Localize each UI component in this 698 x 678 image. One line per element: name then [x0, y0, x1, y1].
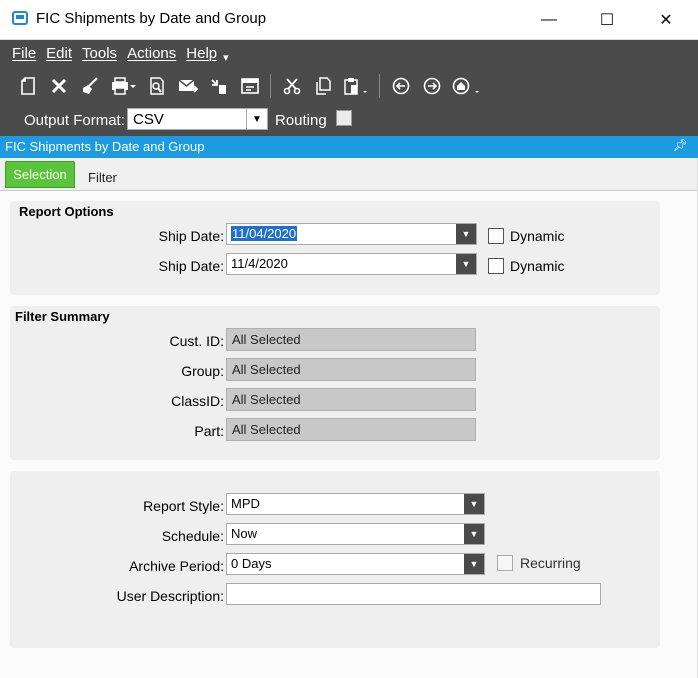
dynamic-label-1: Dynamic: [510, 228, 565, 244]
chevron-down-icon[interactable]: ▼: [456, 224, 476, 244]
ship-date-label: Ship Date:: [158, 258, 224, 274]
menu-bar: File Edit Tools Actions Help ▾: [12, 45, 229, 64]
forward-icon[interactable]: [416, 72, 447, 100]
print-icon[interactable]: [105, 72, 141, 100]
delete-icon[interactable]: [43, 72, 74, 100]
form-content: Report Options Ship Date: 11/04/2020 ▼ D…: [0, 191, 698, 678]
tab-filter[interactable]: Filter: [88, 170, 117, 185]
schedule-group: Report Style: MPD ▼ Schedule: Now ▼ Arch…: [10, 471, 660, 648]
chevron-down-icon[interactable]: ▼: [464, 554, 484, 574]
part-label: Part:: [194, 423, 224, 439]
chevron-down-icon[interactable]: ▼: [464, 524, 484, 544]
tab-strip: Selection Filter: [0, 158, 698, 191]
close-button[interactable]: ✕: [643, 6, 689, 34]
routing-label: Routing: [275, 112, 327, 129]
panel-title: FIC Shipments by Date and Group: [5, 139, 205, 154]
window-title: FIC Shipments by Date and Group: [36, 10, 267, 27]
report-style-combo[interactable]: MPD ▼: [226, 493, 485, 515]
attach-icon[interactable]: [203, 72, 234, 100]
title-bar: FIC Shipments by Date and Group — ☐ ✕: [0, 0, 698, 40]
toolbar-separator: [379, 74, 380, 98]
user-description-label: User Description:: [116, 588, 224, 604]
chevron-down-icon[interactable]: ▼: [456, 254, 476, 274]
ship-date-from-value: 11/04/2020: [231, 226, 298, 241]
menu-help[interactable]: Help: [186, 45, 217, 64]
group-label: Group:: [181, 363, 224, 379]
group-value: All Selected: [232, 362, 301, 377]
part-field: All Selected: [226, 418, 476, 441]
classid-label: ClassID:: [171, 393, 224, 409]
filter-summary-group: Filter Summary Cust. ID: All Selected Gr…: [10, 306, 660, 460]
minimize-button[interactable]: —: [526, 6, 572, 34]
report-style-label: Report Style:: [143, 498, 224, 514]
classid-field: All Selected: [226, 388, 476, 411]
send-email-icon[interactable]: [172, 72, 203, 100]
group-field: All Selected: [226, 358, 476, 381]
dynamic-label-2: Dynamic: [510, 258, 565, 274]
filter-summary-title: Filter Summary: [15, 309, 110, 324]
ship-date-label: Ship Date:: [158, 228, 224, 244]
report-options-title: Report Options: [19, 204, 114, 219]
routing-checkbox[interactable]: [336, 110, 352, 126]
ship-date-from-combo[interactable]: 11/04/2020 ▼: [226, 223, 477, 245]
recurring-checkbox[interactable]: [497, 555, 513, 571]
output-format-select[interactable]: CSV ▼: [127, 108, 268, 130]
dynamic-checkbox-1[interactable]: [488, 228, 504, 244]
cust-id-label: Cust. ID:: [169, 333, 224, 349]
schedule-combo[interactable]: Now ▼: [226, 523, 485, 545]
report-options-group: Report Options Ship Date: 11/04/2020 ▼ D…: [10, 201, 660, 295]
new-icon[interactable]: [12, 72, 43, 100]
ship-date-to-value: 11/4/2020: [231, 256, 288, 271]
chevron-down-icon[interactable]: ▼: [464, 494, 484, 514]
home-icon[interactable]: [447, 72, 487, 100]
menu-actions[interactable]: Actions: [127, 45, 176, 64]
cut-icon[interactable]: [276, 72, 307, 100]
pin-icon[interactable]: 📌︎: [673, 138, 688, 152]
menu-toolbar-area: File Edit Tools Actions Help ▾ Output Fo…: [0, 40, 698, 136]
panel-header: FIC Shipments by Date and Group 📌︎: [0, 136, 698, 158]
part-value: All Selected: [232, 422, 301, 437]
menu-tools[interactable]: Tools: [82, 45, 117, 64]
print-preview-icon[interactable]: [141, 72, 172, 100]
schedule-window-icon[interactable]: [234, 72, 265, 100]
toolbar: [12, 70, 487, 102]
clear-broom-icon[interactable]: [74, 72, 105, 100]
cust-id-field: All Selected: [226, 328, 476, 351]
menu-file[interactable]: File: [12, 45, 36, 64]
menu-edit[interactable]: Edit: [46, 45, 72, 64]
archive-period-value: 0 Days: [231, 556, 272, 571]
cust-id-value: All Selected: [232, 332, 301, 347]
ship-date-to-combo[interactable]: 11/4/2020 ▼: [226, 253, 477, 275]
maximize-button[interactable]: ☐: [584, 6, 630, 34]
app-icon: [12, 11, 28, 25]
dynamic-checkbox-2[interactable]: [488, 258, 504, 274]
schedule-value: Now: [231, 526, 258, 541]
paste-icon[interactable]: [338, 72, 374, 100]
classid-value: All Selected: [232, 392, 301, 407]
menu-overflow-caret-icon[interactable]: ▾: [223, 51, 229, 64]
schedule-label: Schedule:: [161, 528, 224, 544]
report-style-value: MPD: [231, 496, 260, 511]
output-format-value: CSV: [133, 111, 164, 128]
chevron-down-icon[interactable]: ▼: [246, 109, 267, 129]
copy-icon[interactable]: [307, 72, 338, 100]
back-icon[interactable]: [385, 72, 416, 100]
archive-period-label: Archive Period:: [129, 558, 224, 574]
archive-period-combo[interactable]: 0 Days ▼: [226, 553, 485, 575]
toolbar-separator: [270, 74, 271, 98]
output-format-label: Output Format:: [24, 112, 125, 129]
user-description-input[interactable]: [226, 583, 601, 605]
tab-selection[interactable]: Selection: [5, 161, 75, 188]
output-format-row: Output Format: CSV ▼ Routing: [0, 106, 698, 134]
recurring-label: Recurring: [520, 555, 581, 571]
